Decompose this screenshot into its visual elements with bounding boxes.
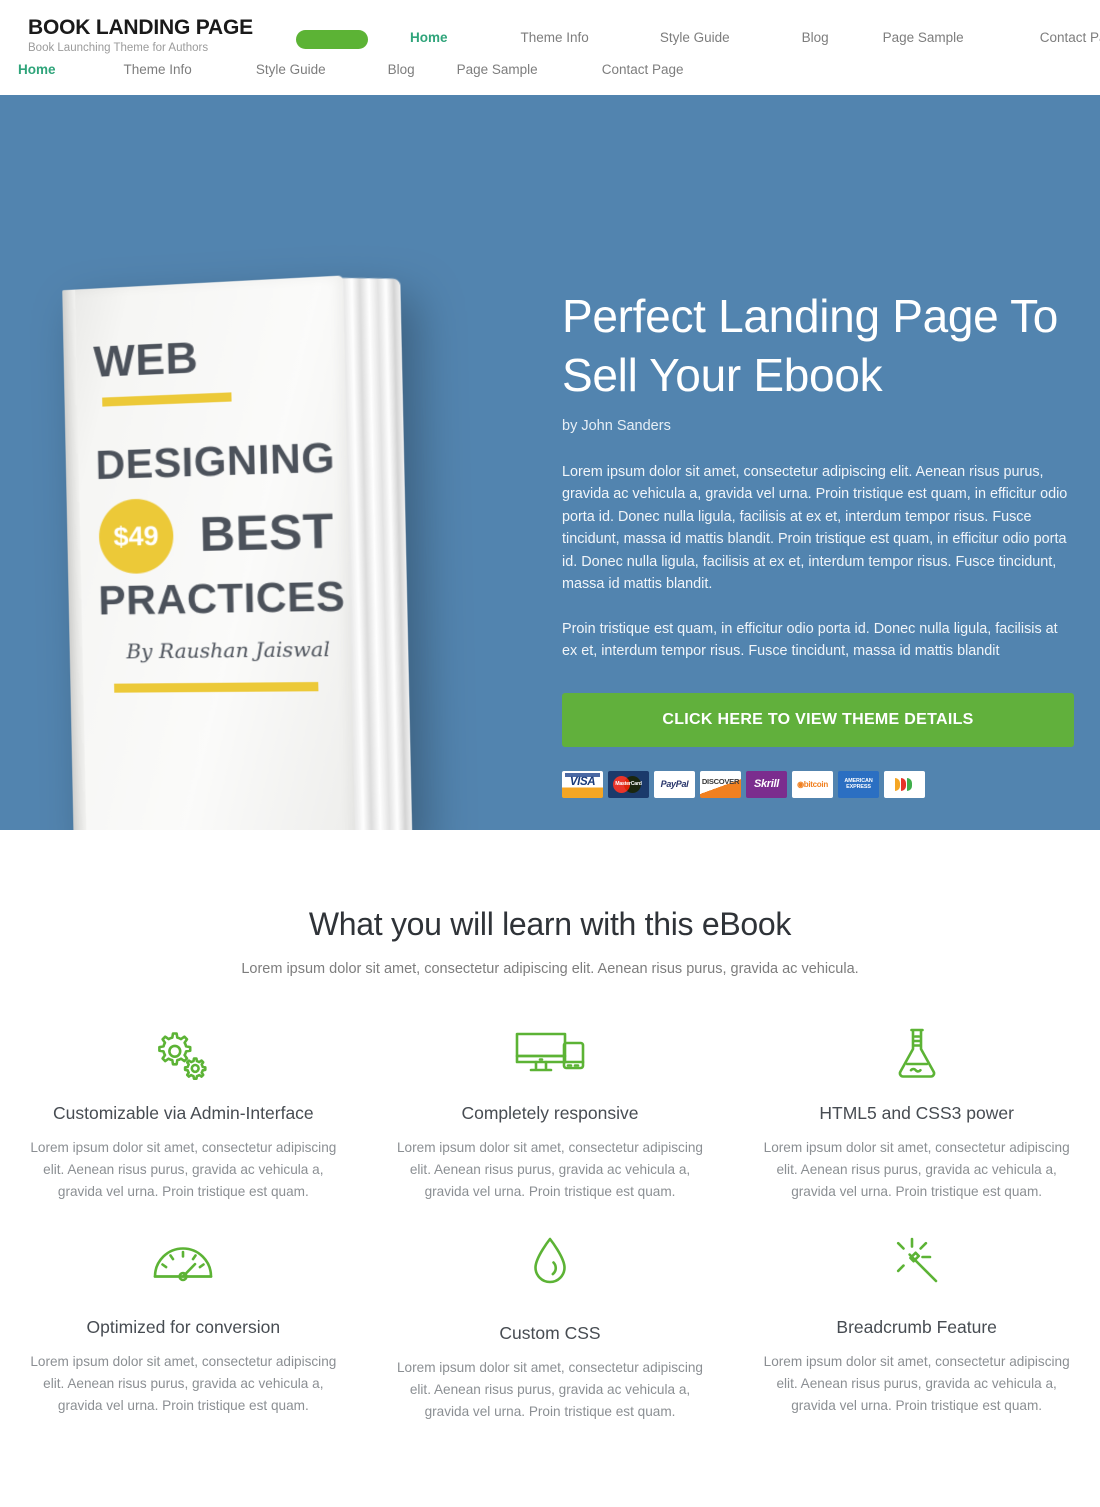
payment-methods: VISA MasterCard PayPal DISCOVER Skrill ◉bitco…	[562, 770, 1074, 798]
book-title-line-3: BEST	[199, 504, 335, 563]
feature-title: HTML5 and CSS3 power	[819, 1103, 1014, 1123]
book-cover-image: WEB DESIGNING $49 BEST PRACTICES By Raus…	[60, 275, 460, 830]
site-brand[interactable]: BOOK LANDING PAGE Book Launching Theme f…	[28, 16, 253, 56]
feature-title: Completely responsive	[461, 1103, 639, 1123]
feature-title: Custom CSS	[499, 1323, 601, 1344]
site-header: BOOK LANDING PAGE Book Launching Theme f…	[0, 0, 1100, 95]
payment-visa-icon: VISA	[562, 770, 603, 798]
flask-icon	[759, 1023, 1074, 1085]
hero-paragraph-1: Lorem ipsum dolor sit amet, consectetur …	[562, 463, 1068, 593]
nav-link-style-guide[interactable]: Style Guide	[660, 30, 730, 45]
feature-card: Breadcrumb Feature Lorem ipsum dolor sit …	[733, 1231, 1100, 1423]
nav-link-page-sample[interactable]: Page Sample	[457, 62, 538, 77]
book-price-badge: $49	[98, 497, 175, 575]
nav-link-style-guide[interactable]: Style Guide	[256, 62, 326, 77]
feature-grid: Customizable via Admin-Interface Lorem ip…	[0, 1023, 1100, 1423]
secondary-navigation: Home Theme Info Style Guide Blog Page Sample…	[18, 62, 684, 77]
speedometer-icon	[26, 1231, 341, 1293]
payment-bitcoin-icon: ◉bitcoin	[792, 770, 833, 798]
feature-description: Lorem ipsum dolor sit amet, consectetur …	[30, 1140, 337, 1200]
brand-tagline: Book Launching Theme for Authors	[28, 42, 209, 55]
feature-card: Completely responsive Lorem ipsum dolor s…	[367, 1023, 734, 1203]
features-subheading: Lorem ipsum dolor sit amet, consectetur …	[241, 961, 859, 977]
magic-wand-icon	[759, 1231, 1074, 1293]
payment-skrill-icon: Skrill	[746, 770, 787, 798]
primary-navigation: Home Theme Info Style Guide Blog Page Sample…	[410, 30, 1100, 45]
nav-link-theme-info[interactable]: Theme Info	[124, 62, 192, 77]
features-heading: What you will learn with this eBook	[308, 906, 792, 942]
payment-discover-icon: DISCOVER	[700, 770, 741, 798]
nav-link-blog[interactable]: Blog	[388, 62, 415, 77]
nav-link-blog[interactable]: Blog	[802, 30, 829, 45]
book-front-cover: WEB DESIGNING $49 BEST PRACTICES By Raus…	[62, 275, 356, 830]
feature-description: Lorem ipsum dolor sit amet, consectetur …	[763, 1140, 1070, 1200]
gears-icon	[20, 1023, 341, 1085]
book-title-line-1: WEB	[92, 332, 199, 387]
feature-title: Optimized for conversion	[86, 1317, 281, 1338]
payment-mastercard-icon: MasterCard	[608, 770, 649, 798]
feature-card: HTML5 and CSS3 power Lorem ipsum dolor si…	[733, 1023, 1100, 1203]
feature-title: Customizable via Admin-Interface	[52, 1103, 314, 1123]
book-accent-rule-bottom	[114, 682, 319, 693]
nav-link-contact-page[interactable]: Contact Page	[1040, 30, 1100, 45]
payment-american-express-icon: AMERICAN EXPRESS	[838, 770, 879, 798]
payment-paypal-icon: PayPal	[654, 770, 695, 798]
feature-description: Lorem ipsum dolor sit amet, consectetur …	[396, 1140, 703, 1200]
book-spine	[62, 289, 87, 830]
hero-section: WEB DESIGNING $49 BEST PRACTICES By Raus…	[0, 95, 1100, 830]
hero-title: Perfect Landing Page To Sell Your Ebook	[562, 290, 1059, 401]
book-title-line-4: PRACTICES	[97, 572, 346, 624]
nav-link-theme-info[interactable]: Theme Info	[521, 30, 589, 45]
green-pill-button[interactable]	[296, 30, 368, 49]
hero-byline: by John Sanders	[562, 417, 671, 434]
feature-description: Lorem ipsum dolor sit amet, consectetur …	[30, 1354, 337, 1414]
droplet-icon	[393, 1231, 708, 1293]
feature-title: Breadcrumb Feature	[836, 1317, 997, 1338]
feature-description: Lorem ipsum dolor sit amet, consectetur …	[763, 1354, 1070, 1414]
book-accent-rule-top	[102, 392, 232, 407]
features-section: What you will learn with this eBook Lore…	[0, 830, 1100, 1484]
view-theme-details-button[interactable]: CLICK HERE TO VIEW THEME DETAILS	[562, 692, 1074, 747]
feature-card: Optimized for conversion Lorem ipsum dolo…	[0, 1231, 367, 1423]
nav-link-page-sample[interactable]: Page Sample	[883, 30, 964, 45]
feature-card: Customizable via Admin-Interface Lorem ip…	[0, 1023, 367, 1203]
payment-google-wallet-icon	[884, 770, 925, 798]
hero-content: Perfect Landing Page To Sell Your Ebook …	[562, 287, 1074, 798]
nav-link-contact-page[interactable]: Contact Page	[602, 62, 684, 77]
book-author: By Raushan Jaiswal	[126, 636, 331, 664]
devices-icon	[393, 1023, 708, 1085]
book-title-line-2: DESIGNING	[95, 433, 336, 489]
feature-description: Lorem ipsum dolor sit amet, consectetur …	[396, 1360, 703, 1420]
hero-paragraph-2: Proin tristique est quam, in efficitur o…	[562, 620, 1058, 660]
brand-title: BOOK LANDING PAGE	[28, 16, 253, 39]
nav-link-home[interactable]: Home	[410, 30, 448, 45]
nav-link-home[interactable]: Home	[18, 62, 56, 77]
feature-card: Custom CSS Lorem ipsum dolor sit amet, co…	[367, 1231, 734, 1423]
